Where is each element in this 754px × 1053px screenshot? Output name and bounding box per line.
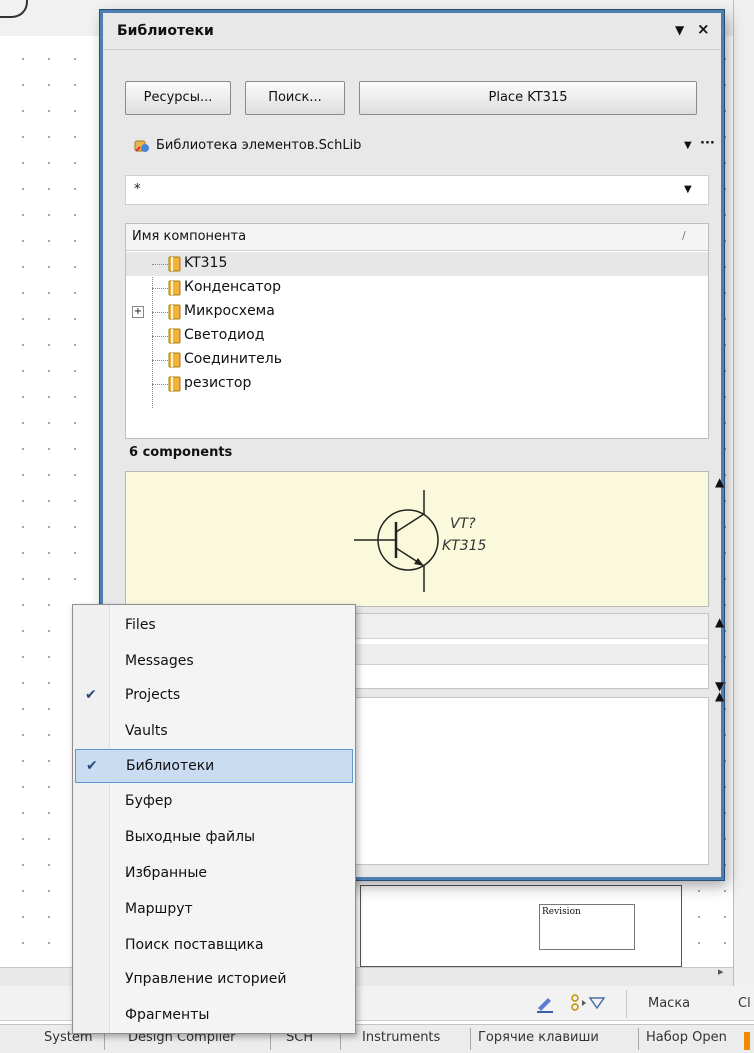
right-side-bar (733, 0, 754, 1000)
menu-item-route[interactable]: Маршрут (75, 893, 353, 927)
menu-item-snippets[interactable]: Фрагменты (75, 999, 353, 1033)
component-icon (168, 280, 182, 296)
filter-value: * (134, 182, 141, 197)
column-header-component-name[interactable]: Имя компонента / (126, 224, 708, 251)
preview-comment: KT315 (442, 538, 487, 554)
menu-item-label: Библиотеки (126, 758, 215, 774)
menu-item-projects[interactable]: ✔ Projects (75, 679, 353, 713)
component-row-kt315[interactable]: KT315 (126, 252, 708, 276)
component-row-led[interactable]: Светодиод (126, 324, 708, 348)
menu-item-label: Избранные (125, 865, 207, 881)
checkmark-icon: ✔ (85, 687, 97, 703)
revision-cell: Revision (539, 904, 635, 950)
checkmark-icon: ✔ (86, 758, 98, 774)
menu-item-label: Vaults (125, 723, 168, 739)
component-label: KT315 (184, 255, 228, 271)
scroll-right-arrow-icon[interactable]: ▸ (718, 965, 724, 978)
splitter-icon[interactable]: ▼ ▲ (715, 680, 724, 702)
component-label: Микросхема (184, 303, 275, 319)
component-icon (168, 256, 182, 272)
tree-connector (152, 336, 168, 337)
menu-item-label: Выходные файлы (125, 829, 256, 845)
menu-item-label: Фрагменты (125, 1007, 210, 1023)
component-label: Конденсатор (184, 279, 281, 295)
preview-collapse-icon[interactable]: ▲ (715, 475, 724, 489)
menu-item-label: Projects (125, 687, 181, 703)
menu-item-label: Маршрут (125, 901, 193, 917)
menu-item-label: Буфер (125, 793, 173, 809)
component-label: Соединитель (184, 351, 282, 367)
tree-connector (152, 360, 168, 361)
panels-context-menu: Files Messages ✔ Projects Vaults ✔ Библи… (72, 604, 356, 1034)
chevron-down-icon[interactable]: ▼ (684, 140, 692, 151)
component-icon (168, 376, 182, 392)
component-count: 6 components (129, 445, 233, 460)
component-row-capacitor[interactable]: Конденсатор (126, 276, 708, 300)
panel-title-bar[interactable]: Библиотеки ▼ × (103, 13, 721, 50)
component-filter-input[interactable]: * ▼ (125, 175, 709, 205)
panel-close-icon[interactable]: × (697, 20, 710, 38)
component-row-connector[interactable]: Соединитель (126, 348, 708, 372)
chevron-down-icon[interactable]: ▼ (684, 184, 692, 195)
component-row-resistor[interactable]: резистор (126, 372, 708, 396)
column-header-label: Имя компонента (132, 229, 247, 244)
toolbar-separator (626, 990, 627, 1018)
model-collapse-icon[interactable]: ▲ (715, 615, 724, 629)
component-label: резистор (184, 375, 252, 391)
menu-item-clipboard[interactable]: Буфер (75, 785, 353, 819)
sheet-title-block: Revision (360, 885, 682, 967)
sort-indicator-icon: / (682, 229, 686, 242)
place-component-button[interactable]: Place KT315 (359, 81, 697, 115)
menu-item-files[interactable]: Files (75, 609, 353, 643)
tree-connector (152, 288, 168, 289)
menu-item-supplier-search[interactable]: Поиск поставщика (75, 929, 353, 963)
menu-item-label: Messages (125, 653, 194, 669)
expand-plus-icon[interactable]: + (132, 306, 144, 318)
library-selector-value: Библиотека элементов.SchLib (156, 138, 362, 153)
menu-item-output-files[interactable]: Выходные файлы (75, 821, 353, 855)
status-separator (638, 1028, 639, 1050)
component-icon (168, 328, 182, 344)
menu-item-label: Управление историей (125, 971, 287, 987)
status-separator (470, 1028, 471, 1050)
clear-button-partial[interactable]: Cl (738, 996, 751, 1011)
menu-item-libraries[interactable]: ✔ Библиотеки (75, 749, 353, 783)
status-open-set[interactable]: Набор Open (646, 1030, 727, 1045)
status-hotkeys[interactable]: Горячие клавиши (478, 1030, 599, 1045)
component-icon (168, 352, 182, 368)
notification-marker (744, 1032, 750, 1050)
menu-item-messages[interactable]: Messages (75, 645, 353, 679)
menu-item-favorites[interactable]: Избранные (75, 857, 353, 891)
tree-connector (152, 264, 168, 265)
component-row-microchip[interactable]: + Микросхема (126, 300, 708, 324)
panel-menu-icon[interactable]: ▼ (675, 23, 684, 37)
menu-item-history-management[interactable]: Управление историей (75, 963, 353, 997)
mask-button[interactable]: Маска (648, 996, 690, 1011)
symbol-preview: VT? KT315 (125, 471, 709, 607)
component-label: Светодиод (184, 327, 265, 343)
search-button[interactable]: Поиск... (245, 81, 345, 115)
panel-title: Библиотеки (117, 23, 214, 39)
components-list[interactable]: Имя компонента / KT315 Конденсатор + Мик… (125, 223, 709, 439)
library-selector[interactable]: Библиотека элементов.SchLib ▼ ··· (125, 131, 715, 161)
revision-label: Revision (542, 907, 581, 917)
clear-filter-icon[interactable] (534, 992, 556, 1014)
preview-designator: VT? (450, 516, 476, 532)
menu-item-label: Поиск поставщика (125, 937, 264, 953)
resources-button[interactable]: Ресурсы... (125, 81, 231, 115)
filter-options-icon[interactable] (570, 992, 606, 1014)
menu-item-label: Files (125, 617, 156, 633)
status-instruments[interactable]: Instruments (362, 1030, 440, 1045)
transistor-symbol: VT? KT315 (354, 490, 487, 592)
tree-connector (152, 312, 168, 313)
menu-item-vaults[interactable]: Vaults (75, 715, 353, 749)
more-options-icon[interactable]: ··· (700, 136, 715, 151)
tree-connector (152, 384, 168, 385)
component-icon (168, 304, 182, 320)
schlib-icon (134, 138, 150, 154)
